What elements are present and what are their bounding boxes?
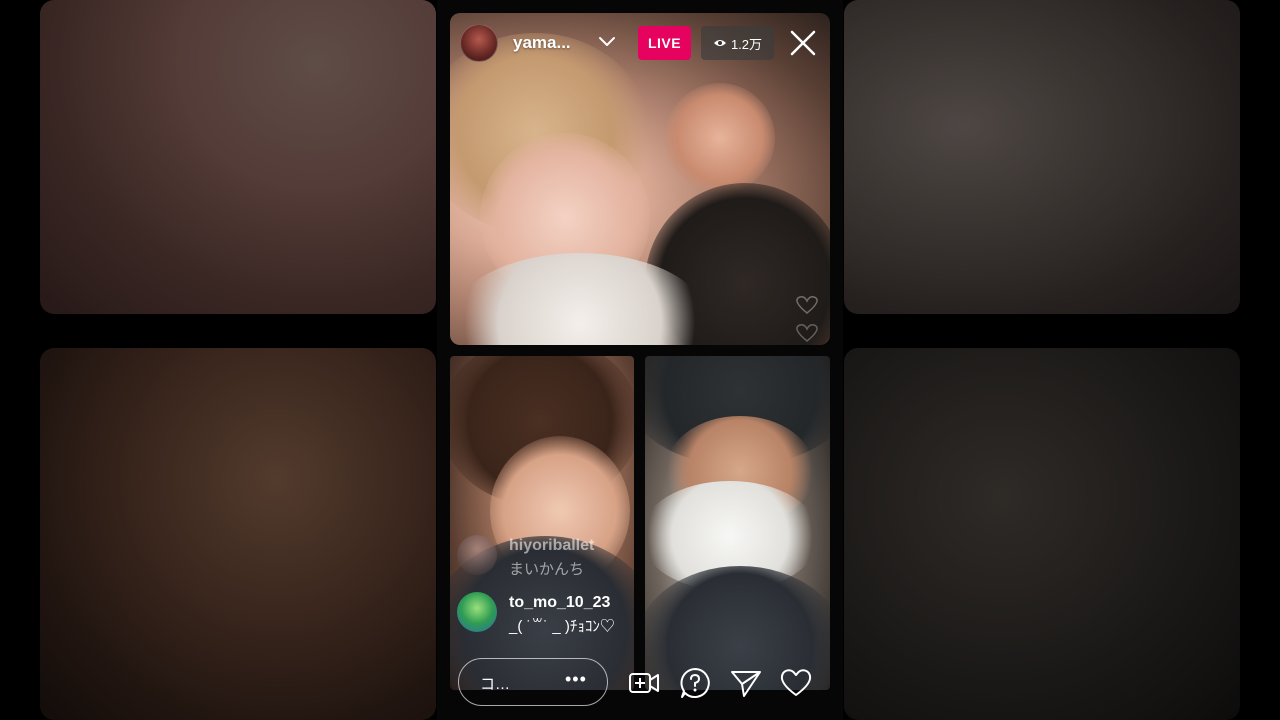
- live-badge: LIVE: [638, 26, 691, 60]
- live-header: yama... LIVE 1.2万: [450, 13, 830, 73]
- guest-video-feed-1: [450, 356, 634, 690]
- viewer-count: 1.2万: [730, 36, 763, 52]
- commenter-avatar[interactable]: [457, 535, 497, 575]
- heart-icon[interactable]: [779, 666, 813, 700]
- comment-input[interactable]: コ… •••: [458, 658, 608, 706]
- background-video-blur-2: [40, 348, 436, 720]
- close-icon[interactable]: [789, 29, 817, 57]
- comment-text: _( ˙꒳˙ _ )ﾁｮｺﾝ♡: [509, 618, 615, 635]
- background-video-blur-3: [844, 0, 1240, 314]
- broadcaster-avatar[interactable]: [460, 24, 498, 62]
- background-video-blur-1: [40, 0, 436, 314]
- commenter-username[interactable]: to_mo_10_23: [509, 594, 610, 612]
- chevron-down-icon[interactable]: [598, 35, 616, 49]
- comment-input-placeholder: コ…: [480, 676, 511, 693]
- add-video-icon[interactable]: [627, 666, 661, 700]
- eye-icon: [713, 40, 726, 46]
- commenter-avatar[interactable]: [457, 592, 497, 632]
- commenter-username[interactable]: hiyoriballet: [509, 537, 594, 555]
- floating-hearts: [796, 296, 818, 342]
- broadcaster-username[interactable]: yama...: [513, 33, 571, 53]
- background-video-blur-4: [844, 348, 1240, 720]
- bottom-action-bar: コ… •••: [437, 652, 843, 712]
- question-icon[interactable]: [678, 666, 712, 700]
- viewer-count-badge[interactable]: 1.2万: [701, 26, 774, 60]
- send-icon[interactable]: [729, 666, 763, 700]
- live-stream-frame: yama... LIVE 1.2万 hiyoriballet まいかんち to_…: [437, 0, 843, 720]
- comment-text: まいかんち: [509, 561, 585, 578]
- guest-video-feed-2: [645, 356, 830, 690]
- more-options-button[interactable]: •••: [565, 669, 587, 690]
- face-shape-2: [665, 83, 775, 193]
